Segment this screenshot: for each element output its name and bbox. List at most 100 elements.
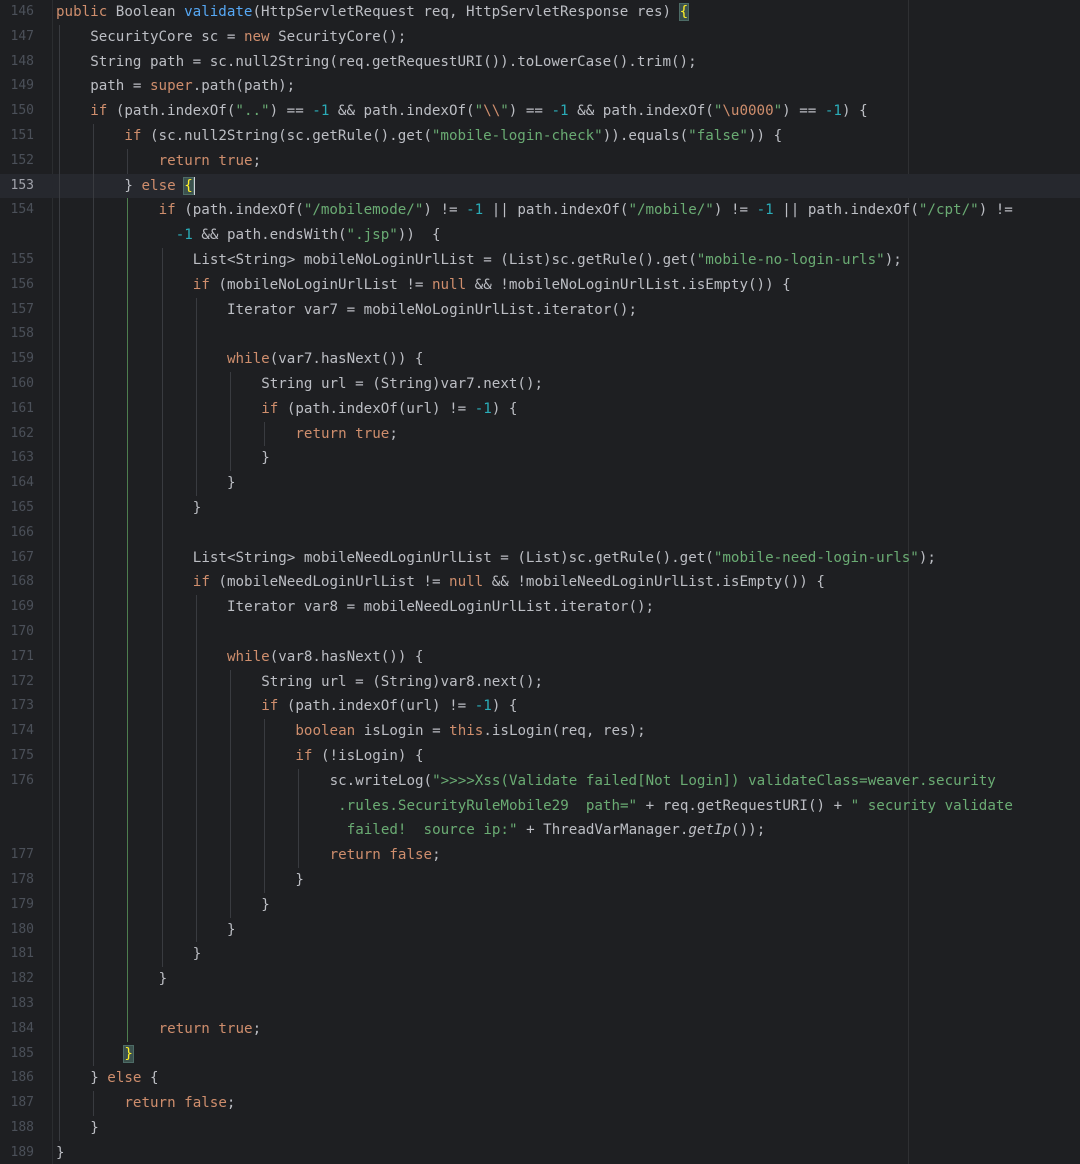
code-text: } [193, 496, 202, 521]
code-line[interactable]: 183 [0, 992, 1080, 1017]
code-token: \\ [483, 103, 501, 120]
code-token: ) { [491, 400, 518, 417]
code-token: && !mobileNoLoginUrlList.isEmpty()) { [466, 276, 791, 293]
code-line[interactable]: 179} [0, 892, 1080, 918]
code-line[interactable]: 185} [0, 1041, 1080, 1067]
code-line[interactable]: 175 if (!isLogin) { [0, 744, 1080, 769]
code-token: ); [884, 252, 902, 268]
indent-guide [230, 446, 231, 472]
code-line[interactable]: 162 return true; [0, 421, 1080, 447]
code-line[interactable]: 154 if (path.indexOf("/mobilemode/") != -… [0, 198, 1080, 224]
code-line[interactable]: 170 [0, 620, 1080, 645]
line-number: 174 [10, 723, 34, 739]
indent-guide [230, 793, 231, 819]
code-line[interactable]: 147 SecurityCore sc = new SecurityCore(); [0, 24, 1080, 50]
code-line[interactable]: 152 return true; [0, 148, 1080, 174]
code-line[interactable]: 161 if (path.indexOf(url) != -1) { [0, 396, 1080, 422]
code-token: getIp [688, 822, 732, 839]
code-line[interactable]: 160 String url = (String)var7.next(); [0, 372, 1080, 397]
code-line[interactable]: 158 [0, 322, 1080, 348]
code-line[interactable]: 172 String url = (String)var8.next(); [0, 669, 1080, 695]
code-token: (sc.null2String(sc.getRule().get( [150, 128, 432, 144]
indent-guide [93, 942, 95, 968]
indent-guide [230, 892, 231, 918]
line-number: 165 [10, 500, 34, 515]
code-line[interactable]: 171 while(var8.hasNext()) { [0, 644, 1080, 670]
code-line[interactable]: 189} [0, 1141, 1080, 1164]
code-token: if [295, 748, 322, 764]
code-line[interactable]: 184 return true; [0, 1016, 1080, 1042]
indent-guide [195, 719, 197, 744]
code-line[interactable]: 177 return false; [0, 843, 1080, 868]
indent-guide [161, 818, 163, 844]
indent-guide [264, 843, 266, 868]
indent-guide [161, 694, 163, 720]
indent-guide [127, 446, 129, 472]
code-line[interactable]: 174 boolean isLogin = this.isLogin(req, r… [0, 719, 1080, 744]
code-line[interactable]: 169 Iterator var8 = mobileNeedLoginUrlLis… [0, 595, 1080, 620]
indent-guide [161, 372, 163, 397]
indent-guide [93, 1091, 95, 1116]
code-line[interactable]: 153} else { [0, 173, 1080, 199]
indent-guide [59, 570, 60, 596]
indent-guide [161, 471, 163, 496]
code-line[interactable]: 166 [0, 520, 1080, 546]
code-line[interactable]: 149 path = super.path(path); [0, 74, 1080, 100]
code-token: ) != [423, 202, 467, 219]
code-line[interactable]: 178} [0, 868, 1080, 893]
code-line[interactable]: 168 if (mobileNeedLoginUrlList != null &&… [0, 570, 1080, 596]
code-token: } [192, 500, 202, 516]
code-token: && !mobileNeedLoginUrlList.isEmpty()) { [483, 574, 825, 591]
code-line[interactable]: -1 && path.endsWith(".jsp")) { [0, 223, 1080, 248]
code-line[interactable]: 163} [0, 446, 1080, 472]
indent-guide [59, 74, 60, 100]
code-line[interactable]: 182} [0, 967, 1080, 992]
code-line[interactable]: 159 while(var7.hasNext()) { [0, 347, 1080, 372]
indent-guide [195, 322, 197, 348]
code-line[interactable]: 180} [0, 917, 1080, 943]
code-line[interactable]: 176 sc.writeLog(">>>>Xss(Validate failed[… [0, 768, 1080, 794]
code-token: " security validate [850, 797, 1013, 814]
indent-guide [59, 1116, 60, 1141]
code-line[interactable]: 151 if (sc.null2String(sc.getRule().get("… [0, 124, 1080, 149]
code-line[interactable]: 181} [0, 942, 1080, 968]
code-line[interactable]: 167 List<String> mobileNeedLoginUrlList =… [0, 545, 1080, 571]
indent-guide [127, 620, 129, 645]
code-line[interactable]: 156 if (mobileNoLoginUrlList != null && !… [0, 272, 1080, 298]
indent-guide [59, 471, 60, 496]
line-number: 156 [10, 276, 34, 292]
code-editor[interactable]: 146 public Boolean validate(HttpServletRe… [0, 0, 1080, 1164]
code-line[interactable]: 186} else { [0, 1066, 1080, 1092]
indent-guide [59, 347, 60, 372]
indent-guide [59, 297, 60, 323]
code-line[interactable]: 187 return false; [0, 1091, 1080, 1116]
code-line[interactable]: .rules.SecurityRuleMobile29 path=" + req… [0, 793, 1080, 819]
code-line[interactable]: 148 String path = sc.null2String(req.getR… [0, 49, 1080, 75]
indent-guide [127, 595, 129, 620]
indent-guide [93, 793, 95, 819]
code-token: while [227, 351, 270, 368]
code-line[interactable]: 173 if (path.indexOf(url) != -1) { [0, 694, 1080, 720]
code-token: return false [124, 1095, 227, 1112]
code-token: List<String> mobileNeedLoginUrlList = (L… [192, 549, 714, 566]
code-token: if [124, 128, 151, 144]
indent-guide [93, 818, 95, 844]
code-token: \u0000 [722, 103, 774, 120]
code-line[interactable]: 157 Iterator var7 = mobileNoLoginUrlList.… [0, 297, 1080, 323]
code-line[interactable]: 164} [0, 471, 1080, 496]
code-token: )) { [747, 128, 783, 144]
code-line[interactable]: failed! source ip:" + ThreadVarManager.g… [0, 818, 1080, 844]
code-line[interactable]: 146 public Boolean validate(HttpServletRe… [0, 0, 1080, 25]
code-line[interactable]: 188} [0, 1116, 1080, 1141]
indent-guide [59, 1016, 60, 1042]
code-line[interactable]: 165} [0, 496, 1080, 521]
code-token: ; [252, 1020, 262, 1037]
code-line[interactable]: 155 List<String> mobileNoLoginUrlList = (… [0, 248, 1080, 273]
indent-guide [127, 669, 129, 695]
code-line[interactable]: 150 if (path.indexOf("..") == -1 && path.… [0, 99, 1080, 124]
code-token: } [90, 1070, 108, 1087]
indent-guide [93, 124, 95, 149]
code-token: " [474, 103, 484, 120]
indent-guide [264, 818, 266, 844]
indent-guide [59, 1066, 60, 1092]
